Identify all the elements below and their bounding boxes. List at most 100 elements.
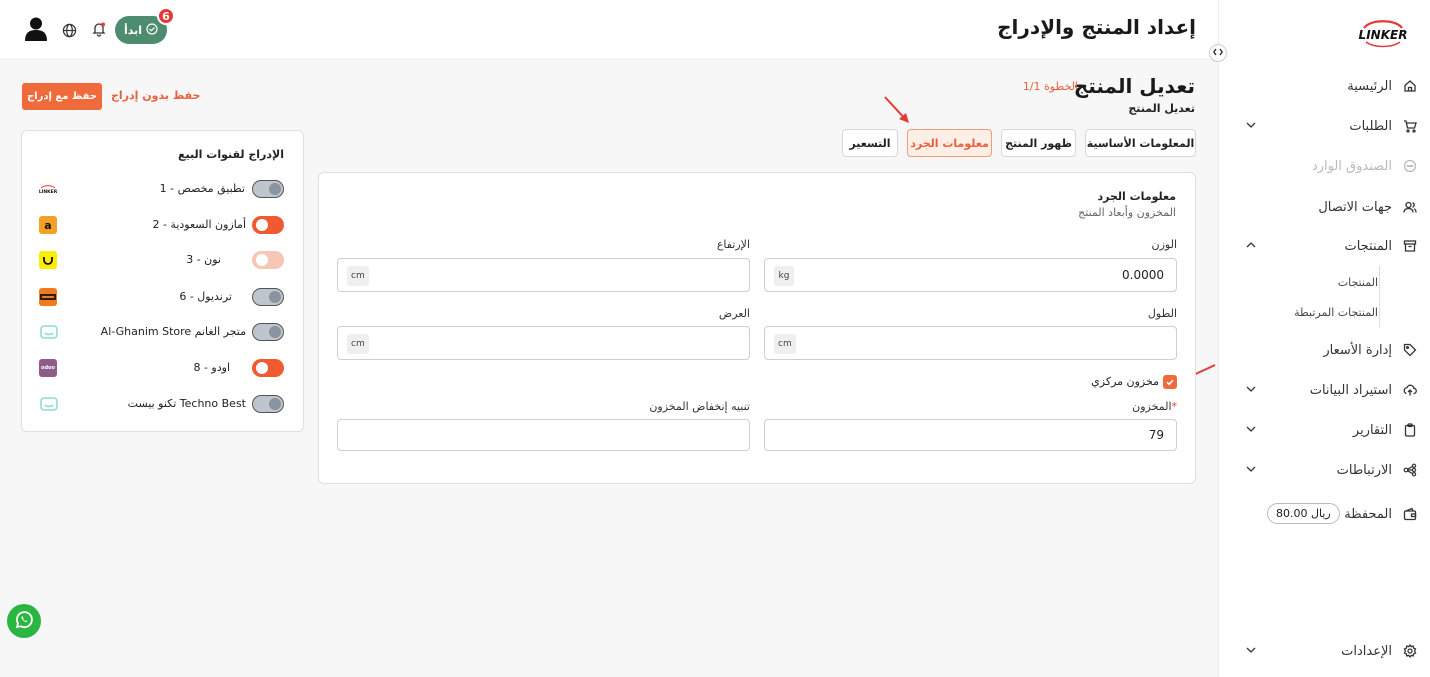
length-field[interactable]: cm (764, 326, 1177, 360)
tag-icon (1402, 342, 1418, 358)
tab-pricing[interactable]: التسعير (842, 129, 898, 157)
sidebar-item-label: استيراد البيانات (1309, 382, 1392, 398)
width-field[interactable]: cm (337, 326, 750, 360)
length-label: الطول (1147, 307, 1177, 320)
chevron-up-icon (1244, 238, 1258, 252)
channel-toggle[interactable] (252, 251, 284, 269)
sidebar-item-label: الطلبات (1349, 118, 1392, 134)
height-label: الإرتفاع (716, 238, 750, 251)
chevron-down-icon (1244, 118, 1258, 132)
sidebar: LINKER الرئيسية الطلبات الصندوق الوارد ج… (1218, 0, 1430, 677)
weight-unit: kg (774, 266, 794, 286)
trendyol-logo-icon (39, 288, 57, 306)
code-arrows-icon (1212, 48, 1224, 59)
sidebar-item-label: المحفظة (1344, 506, 1392, 522)
sidebar-item-integrations[interactable]: الارتباطات (1218, 452, 1430, 488)
channel-label: تكنو بيست Techno Best (127, 397, 246, 410)
linker-logo: LINKER (1358, 16, 1408, 50)
sidebar-item-label: التقارير (1352, 422, 1392, 438)
wallet-icon (1402, 506, 1418, 522)
whatsapp-chat-button[interactable] (7, 604, 41, 638)
sales-channels-card (21, 130, 304, 432)
sidebar-item-label: إدارة الأسعار (1323, 342, 1392, 358)
submenu-divider (1379, 266, 1380, 328)
step-indicator: الخطوة 1/1 (1022, 80, 1078, 93)
globe-icon[interactable] (60, 21, 78, 39)
section-subtitle: المخزون وأبعاد المنتج (1078, 206, 1176, 219)
sidebar-collapse-button[interactable] (1209, 44, 1227, 62)
channel-toggle[interactable] (252, 323, 284, 341)
channel-toggle[interactable] (252, 395, 284, 413)
contacts-icon (1402, 199, 1418, 215)
noon-logo-icon (39, 251, 57, 269)
sidebar-item-import[interactable]: استيراد البيانات (1218, 372, 1430, 408)
check-circle-icon (146, 22, 158, 38)
tab-product-visibility[interactable]: ظهور المنتج (1001, 129, 1076, 157)
sidebar-item-label: الرئيسية (1347, 78, 1392, 94)
sidebar-item-settings[interactable]: الإعدادات (1218, 633, 1430, 669)
channel-toggle[interactable] (252, 216, 284, 234)
custom-app-logo-icon: LINKER (39, 181, 57, 199)
svg-text:LINKER: LINKER (1359, 28, 1408, 42)
sidebar-item-orders[interactable]: الطلبات (1218, 108, 1430, 144)
share-icon (1402, 462, 1418, 478)
sidebar-subitem-products[interactable]: المنتجات (1338, 276, 1378, 289)
chevron-down-icon (1244, 643, 1258, 657)
gear-icon (1402, 643, 1418, 659)
tab-basic-info[interactable]: المعلومات الأساسية (1085, 129, 1196, 157)
central-stock-checkbox[interactable] (1163, 375, 1177, 389)
sidebar-item-label: المنتجات (1344, 238, 1392, 254)
section-title: معلومات الجرد (1097, 190, 1176, 203)
sidebar-item-reports[interactable]: التقارير (1218, 412, 1430, 448)
height-field[interactable]: cm (337, 258, 750, 292)
length-unit: cm (774, 334, 796, 354)
chat-icon (1402, 158, 1418, 174)
start-button-label: ابدأ (123, 23, 143, 37)
sidebar-item-products[interactable]: المنتجات (1218, 228, 1430, 264)
sidebar-item-inbox[interactable]: الصندوق الوارد (1218, 148, 1430, 184)
sales-channels-title: الإدراج لقنوات البيع (178, 148, 284, 161)
stock-label-text: المخزون (1132, 400, 1172, 413)
channel-toggle[interactable] (252, 288, 284, 306)
page-subtitle: تعديل المنتج (1128, 102, 1195, 115)
wallet-balance: 80.00 ريال (1267, 503, 1340, 524)
low-stock-field[interactable] (337, 419, 750, 451)
home-icon (1402, 78, 1418, 94)
sidebar-item-label: الارتباطات (1336, 462, 1392, 478)
channel-label: أمازون السعودية - 2 (152, 218, 246, 231)
bell-icon[interactable] (90, 20, 108, 38)
stock-value: 79 (1148, 428, 1164, 442)
channel-toggle[interactable] (252, 359, 284, 377)
channel-label: ترنديول - 6 (179, 290, 232, 303)
odoo-logo-icon: odoo (39, 359, 57, 377)
store-logo-icon (39, 323, 59, 341)
channel-toggle[interactable] (252, 180, 284, 198)
sidebar-item-label: جهات الاتصال (1318, 199, 1392, 215)
chevron-down-icon (1244, 382, 1258, 396)
sidebar-item-contacts[interactable]: جهات الاتصال (1218, 189, 1430, 225)
notification-badge: 6 (157, 7, 175, 25)
low-stock-label: تنبيه إنخفاض المخزون (649, 400, 750, 413)
weight-value: 0.0000 (1122, 268, 1164, 282)
stock-field[interactable]: 79 (764, 419, 1177, 451)
channel-label: نون - 3 (186, 253, 221, 266)
chevron-down-icon (1244, 422, 1258, 436)
weight-field[interactable]: kg 0.0000 (764, 258, 1177, 292)
save-without-listing-button[interactable]: حفظ بدون إدراج (111, 89, 200, 102)
save-with-listing-button[interactable]: حفظ مع إدراج (22, 83, 102, 110)
sidebar-item-home[interactable]: الرئيسية (1218, 68, 1430, 104)
tab-inventory-info[interactable]: معلومات الجرد (907, 129, 992, 157)
central-stock-label: مخزون مركزي (1091, 375, 1159, 388)
sidebar-subitem-linked-products[interactable]: المنتجات المرتبطة (1294, 306, 1378, 319)
whatsapp-icon (13, 609, 35, 634)
channel-label: اودو - 8 (193, 361, 230, 374)
page-title: تعديل المنتج (1073, 74, 1195, 98)
upload-icon (1402, 382, 1418, 398)
sidebar-item-pricing[interactable]: إدارة الأسعار (1218, 332, 1430, 368)
amazon-logo-icon: a (39, 216, 57, 234)
user-avatar-icon[interactable] (24, 16, 48, 42)
stock-label: المخزون* (1132, 400, 1177, 413)
annotation-arrow-icon (882, 94, 912, 129)
box-icon (1402, 238, 1418, 254)
weight-label: الوزن (1151, 238, 1177, 251)
